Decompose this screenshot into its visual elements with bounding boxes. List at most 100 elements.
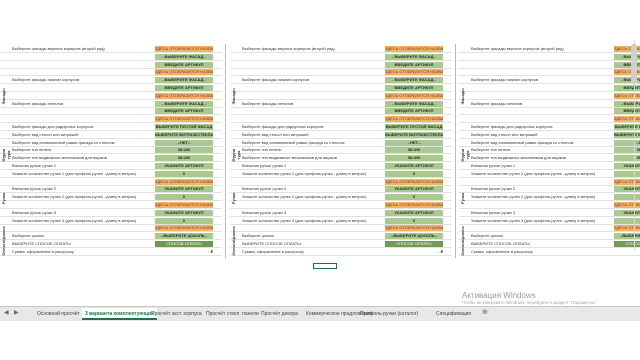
sheet-row[interactable]: Выберите вид алюминиевой рамки фасада со… [0,139,222,147]
input-cell[interactable]: BLUM [155,155,213,162]
sheet-row[interactable]: Сумма, оформление в рассрочку- ₽ [459,249,640,256]
name-output-cell[interactable]: ЗДЕСЬ ОТОБРАЗИТСЯ НАЗВАНИЕ [155,225,213,232]
add-sheet-icon[interactable]: ⊕ [482,308,488,316]
sheet-row[interactable]: Внешняя ручка/ ручки 1УКАЖИТЕ АРТИКУЛ [0,163,222,170]
sheet-row[interactable]: ЗДЕСЬ ОТОБРАЗИТСЯ НАЗВАНИЕ [459,92,640,100]
name-output-cell[interactable]: ЗДЕСЬ ОТОБРАЗИТСЯ НАЗВАНИЕ [385,178,443,185]
sheet-row[interactable]: Выберите вид стекол или витражей ВЫБЕРИТЕ… [230,131,452,139]
input-cell[interactable]: ВЫБЕРИТЕ ПУСТОЙ ФАСАД [155,124,213,130]
name-output-cell[interactable]: ЗДЕСЬ ОТОБРАЗИТСЯ НАЗВАНИЕ [385,225,443,232]
sheet-row[interactable]: ЗДЕСЬ ОТОБРАЗИТСЯ НАЗВАНИЕ [230,92,452,100]
sheet-row[interactable]: Укажите количество ручек 3 (для профиль-… [0,217,222,225]
sheet-row[interactable]: Выберите фасады верхних корпусов (второй… [0,46,222,53]
vertical-scrollbar[interactable] [629,40,640,250]
sheet-row[interactable]: ЗДЕСЬ ОТОБРАЗИТСЯ НАЗВАНИЕ [459,202,640,209]
name-output-cell[interactable]: ЗДЕСЬ ОТОБРАЗИТСЯ НАЗВАНИЕ [155,92,213,99]
sheet-row[interactable]: ЗДЕСЬ ОТОБРАЗИТСЯ НАЗВАНИЕ [459,69,640,77]
input-cell[interactable]: - ВЫБЕРИТЕ ФАСАД - [155,100,213,107]
sheet-row[interactable]: Выберите фасады верхних корпусов (второй… [459,46,640,53]
sheet-row[interactable]: ВЫБЕРИТЕ СПОСОБ ОПЛАТЫСПОСОБ ОПЛАТЫ [230,241,452,248]
sheet-row[interactable]: ВВЕДИТЕ АРТИКУЛ [230,85,452,92]
sheet-row[interactable]: Внешняя ручка/ ручки 2УКАЖИТЕ АРТИКУЛ [459,186,640,194]
selected-cell[interactable] [313,263,337,269]
name-output-cell[interactable]: ЗДЕСЬ ОТОБРАЗИТСЯ НАЗВАНИЕ [385,92,443,99]
input-cell[interactable]: 0 [385,217,443,224]
sheet-row[interactable]: Выберите цоколь--ВЫБЕРИТЕ ЦОКОЛЬ-- [0,233,222,241]
sheet-row[interactable]: - ВЫБЕРИТЕ ФАСАД - [230,53,452,61]
sheet-row[interactable]: Выберите цоколь--ВЫБЕРИТЕ ЦОКОЛЬ-- [459,233,640,241]
input-cell[interactable]: --ВЫБЕРИТЕ ЦОКОЛЬ-- [385,233,443,240]
name-output-cell[interactable]: ЗДЕСЬ ОТОБРАЗИТСЯ НАЗВАНИЕ [155,116,213,123]
sheet-row[interactable]: - ВЫБЕРИТЕ ФАСАД - [0,53,222,61]
sheet-row[interactable]: Выберите фасады для радиусных корпусов ВЫ… [459,124,640,131]
sheet-row[interactable]: ВВЕДИТЕ АРТИКУЛ [459,61,640,69]
sheet-row[interactable]: Укажите количество ручек 1 (для профиль-… [230,170,452,178]
sheet-row[interactable]: ВВЕДИТЕ АРТИКУЛ [459,108,640,116]
sheet-row[interactable]: ВВЕДИТЕ АРТИКУЛ [230,108,452,116]
sheet-row[interactable]: Укажите количество ручек 2 (для профиль-… [230,194,452,202]
sheet-row[interactable]: ЗДЕСЬ ОТОБРАЗИТСЯ НАЗВАНИЕ [459,116,640,124]
sheet-tab[interactable]: Просчёт экст. корпуса [148,308,205,320]
sheet-row[interactable]: Выберите фасады нижних корпусов- ВЫБЕРИТ… [459,77,640,85]
name-output-cell[interactable]: ЗДЕСЬ ОТОБРАЗИТСЯ НАЗВАНИЕ [155,46,213,52]
sheet-row[interactable]: Выберите фасады для радиусных корпусов ВЫ… [230,124,452,131]
sheet-row[interactable]: Выберите тип выдвижных механизмов для ящ… [459,155,640,163]
input-cell[interactable]: УКАЖИТЕ АРТИКУЛ [155,209,213,216]
sheet-row[interactable]: Выберите фасады для радиусных корпусов ВЫ… [0,124,222,131]
input-cell[interactable]: УКАЖИТЕ АРТИКУЛ [385,209,443,216]
sheet-row[interactable]: ЗДЕСЬ ОТОБРАЗИТСЯ НАЗВАНИЕ [0,69,222,77]
input-cell[interactable]: --НЕТ-- [385,139,443,146]
tab-scroll-right-icon[interactable]: ▶ [14,309,19,316]
input-cell[interactable]: BLUM [155,147,213,154]
sheet-row[interactable]: Выберите вид алюминиевой рамки фасада со… [230,139,452,147]
name-output-cell[interactable]: ЗДЕСЬ ОТОБРАЗИТСЯ НАЗВАНИЕ [385,202,443,208]
sheet-row[interactable]: ВЫБЕРИТЕ СПОСОБ ОПЛАТЫСПОСОБ ОПЛАТЫ [459,241,640,248]
sheet-row[interactable]: Укажите количество ручек 1 (для профиль-… [459,170,640,178]
input-cell[interactable]: ВЫБЕРИТЕ ВИТРАЖ/СТЕКЛА [155,131,213,138]
tab-scroll-left-icon[interactable]: ◀ [4,309,9,316]
sheet-row[interactable]: ЗДЕСЬ ОТОБРАЗИТСЯ НАЗВАНИЕ [230,69,452,77]
sheet-row[interactable]: Внешняя ручка/ ручки 2УКАЖИТЕ АРТИКУЛ [0,186,222,194]
input-cell[interactable]: ВВЕДИТЕ АРТИКУЛ [385,108,443,115]
input-cell[interactable]: 0 [155,217,213,224]
sheet-tab[interactable]: Просчёт декора [258,308,301,320]
sheet-row[interactable]: Укажите количество ручек 1 (для профиль-… [0,170,222,178]
input-cell[interactable]: --ВЫБЕРИТЕ ЦОКОЛЬ-- [155,233,213,240]
input-cell[interactable]: 0 [155,170,213,177]
input-cell[interactable]: СПОСОБ ОПЛАТЫ [385,241,443,247]
sheet-tab[interactable]: 3 варианта комплектующих [82,308,157,320]
sheet-row[interactable]: Укажите количество ручек 3 (для профиль-… [459,217,640,225]
sheet-row[interactable]: Выберите вид алюминиевой рамки фасада со… [459,139,640,147]
sheet-row[interactable]: Выберите тип петельBLUM [459,147,640,155]
sheet-row[interactable]: ВВЕДИТЕ АРТИКУЛ [459,85,640,92]
sheet-row[interactable]: ЗДЕСЬ ОТОБРАЗИТСЯ НАЗВАНИЕ [0,92,222,100]
sheet-row[interactable]: Укажите количество ручек 3 (для профиль-… [230,217,452,225]
sheet-row[interactable]: Выберите фасады верхних корпусов (второй… [230,46,452,53]
sheet-tab[interactable]: Просчёт стекл. панели [203,308,262,320]
input-cell[interactable]: - ВЫБЕРИТЕ ФАСАД - [385,100,443,107]
sheet-row[interactable]: ЗДЕСЬ ОТОБРАЗИТСЯ НАЗВАНИЕ [459,178,640,186]
sheet-row[interactable]: Выберите вид стекол или витражей ВЫБЕРИТЕ… [459,131,640,139]
sheet-row[interactable]: Выберите фасады нижних корпусов- ВЫБЕРИТ… [230,77,452,85]
input-cell[interactable]: СПОСОБ ОПЛАТЫ [155,241,213,247]
sheet-row[interactable]: ВВЕДИТЕ АРТИКУЛ [0,85,222,92]
input-cell[interactable]: УКАЖИТЕ АРТИКУЛ [155,186,213,193]
sheet-row[interactable]: Внешняя ручка/ ручки 3 УКАЖИТЕ АРТИКУЛ [230,209,452,217]
sheet-row[interactable]: ЗДЕСЬ ОТОБРАЗИТСЯ НАЗВАНИЕ [0,116,222,124]
sheet-row[interactable]: ЗДЕСЬ ОТОБРАЗИТСЯ НАЗВАНИЕ [230,178,452,186]
sheet-row[interactable]: Внешняя ручка/ ручки 1УКАЖИТЕ АРТИКУЛ [459,163,640,170]
sheet-row[interactable]: ВВЕДИТЕ АРТИКУЛ [0,108,222,116]
sheet-row[interactable]: - ВЫБЕРИТЕ ФАСАД - [459,53,640,61]
scrollbar-thumb[interactable] [631,44,637,84]
sheet-row[interactable]: Выберите цоколь--ВЫБЕРИТЕ ЦОКОЛЬ-- [230,233,452,241]
name-output-cell[interactable]: ЗДЕСЬ ОТОБРАЗИТСЯ НАЗВАНИЕ [155,69,213,76]
input-cell[interactable]: - ₽ [385,249,443,255]
sheet-row[interactable]: ЗДЕСЬ ОТОБРАЗИТСЯ НАЗВАНИЕ [0,225,222,233]
sheet-row[interactable]: Сумма, оформление в рассрочку- ₽ [0,249,222,256]
sheet-row[interactable]: Внешняя ручка/ ручки 3 УКАЖИТЕ АРТИКУЛ [0,209,222,217]
input-cell[interactable]: - ВЫБЕРИТЕ ФАСАД - [385,77,443,84]
input-cell[interactable]: ВВЕДИТЕ АРТИКУЛ [155,85,213,91]
sheet-row[interactable]: Выберите тип петельBLUM [230,147,452,155]
sheet-row[interactable]: ВЫБЕРИТЕ СПОСОБ ОПЛАТЫСПОСОБ ОПЛАТЫ [0,241,222,248]
input-cell[interactable]: УКАЖИТЕ АРТИКУЛ [155,163,213,169]
